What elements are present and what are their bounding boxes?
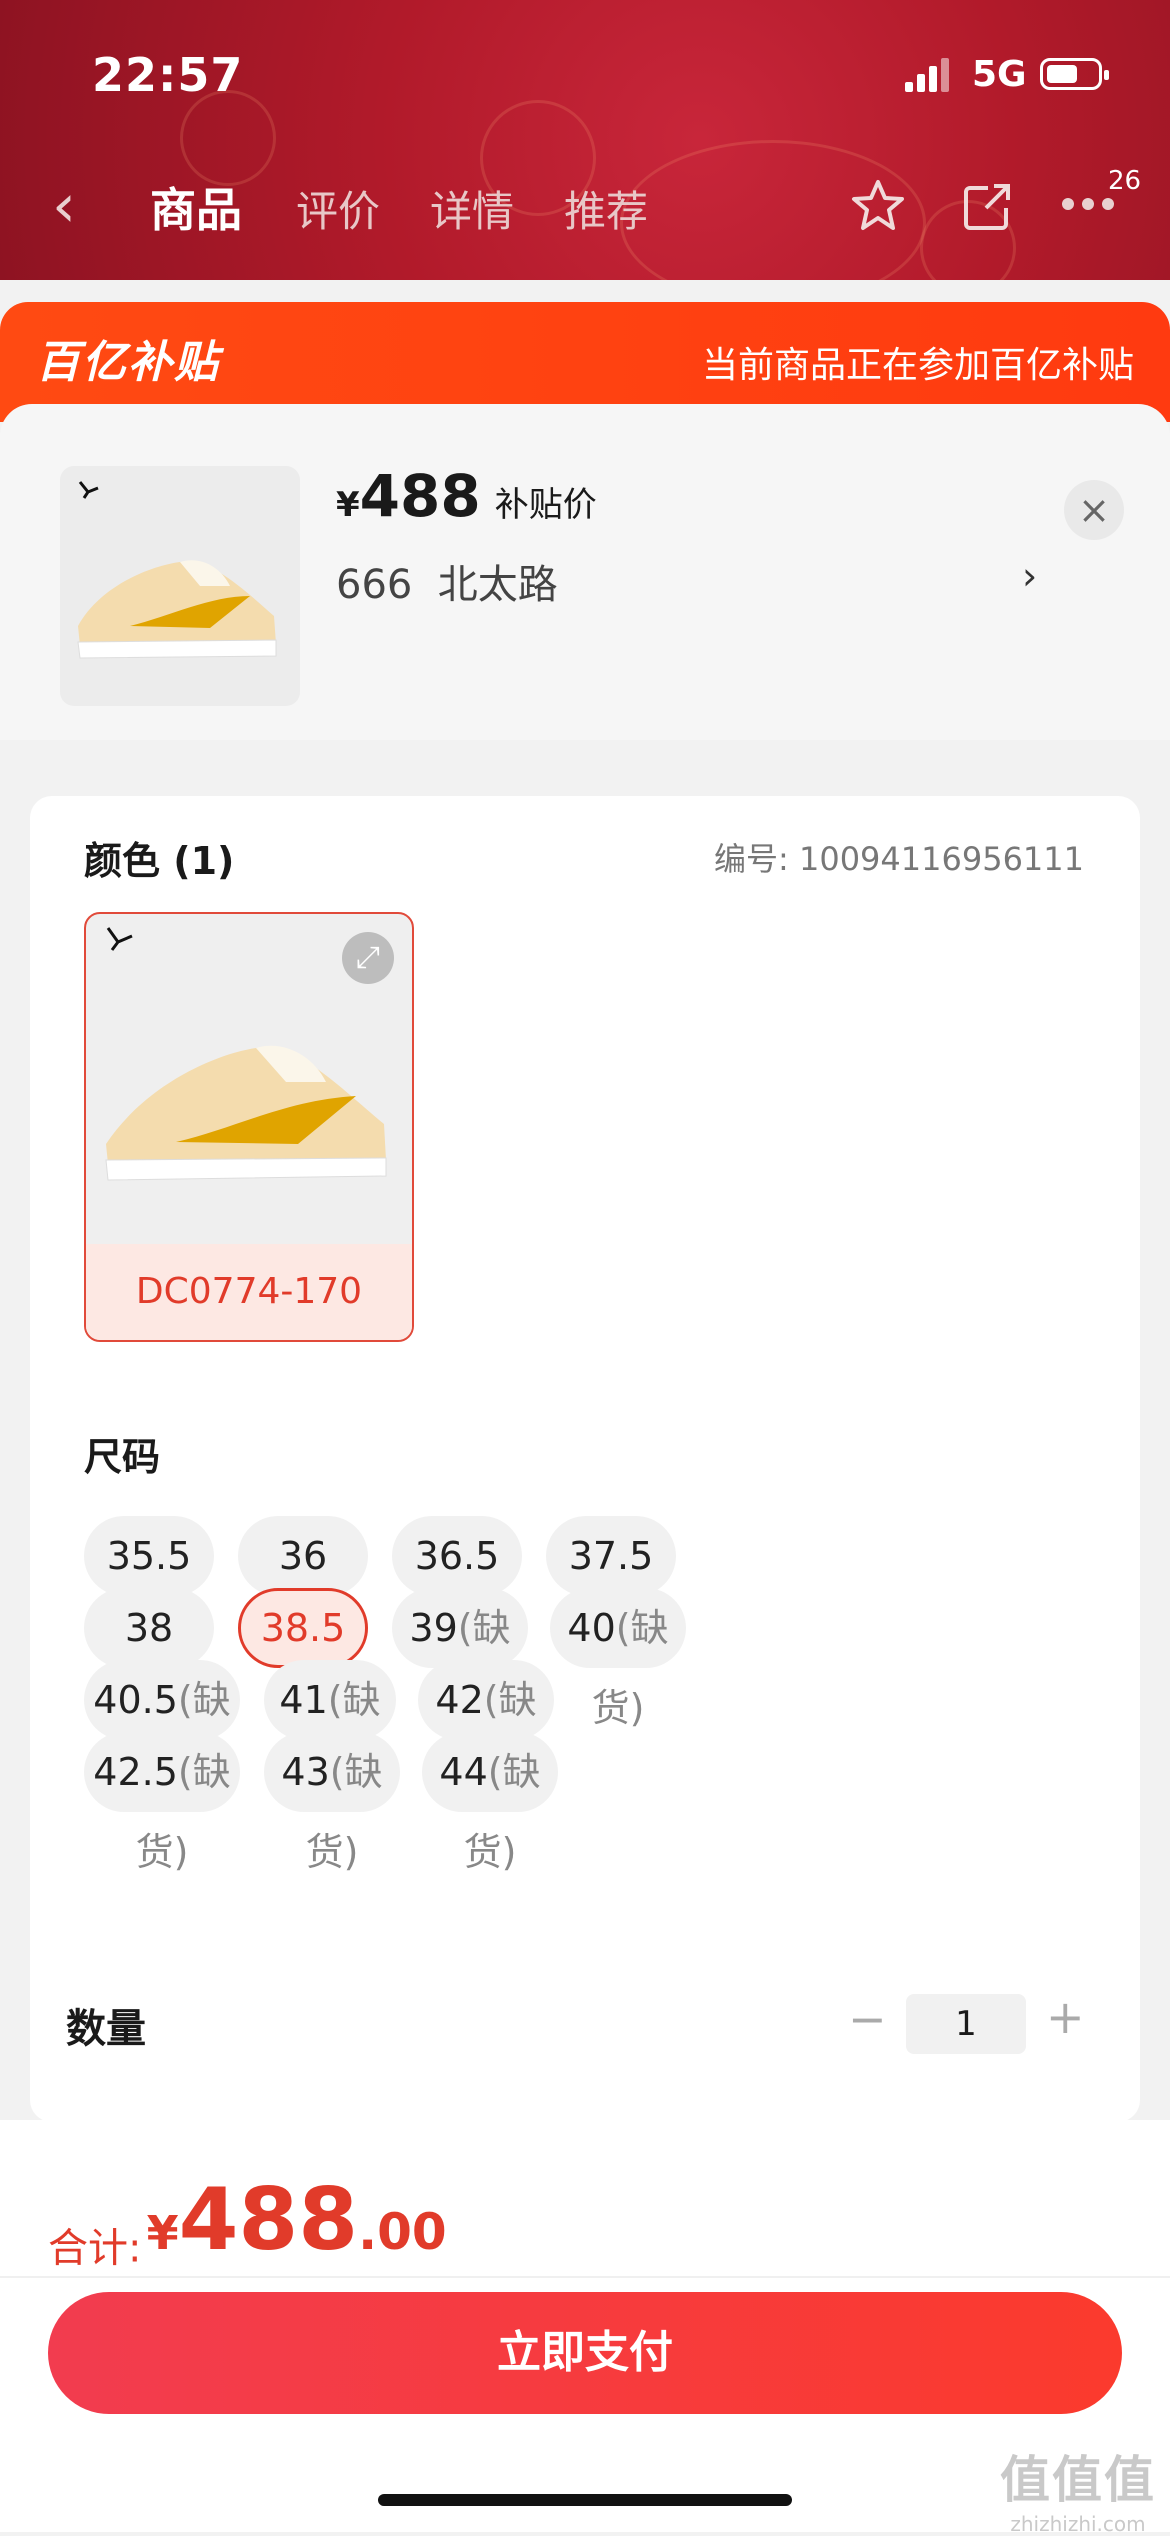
size-value: 38 [124,1606,174,1650]
order-total: 合计: ¥488.00 [48,2170,447,2274]
price-tag: 补贴价 [494,485,597,525]
quantity-increase-button[interactable]: + [1046,1990,1085,2044]
size-value: 36 [278,1534,328,1578]
size-option[interactable]: 36 [238,1516,368,1596]
price-currency: ¥ [336,485,360,525]
more-icon[interactable] [1062,198,1118,214]
network-label: 5G [972,54,1027,95]
size-option[interactable]: 40.5(缺货) [84,1660,240,1802]
size-option[interactable]: 40(缺货) [550,1588,686,1730]
options-card: 颜色 (1) 编号: 10094116956111 ⤢ DC0774-170 尺… [30,796,1140,2122]
size-option[interactable]: 44(缺货) [422,1732,558,1874]
watermark: 值值值 zhizhizhi.com [1000,2440,1156,2536]
quantity-input[interactable]: 1 [906,1994,1026,2054]
product-thumbnail [60,466,300,706]
quantity-decrease-button[interactable]: − [848,1992,887,2046]
delivery-address[interactable]: 666 北太路 [336,552,558,610]
size-option[interactable]: 38.5 [238,1588,368,1668]
price-row: ¥488 补贴价 [336,462,597,530]
expand-icon[interactable]: ⤢ [342,932,394,984]
back-icon[interactable]: ‹ [52,176,76,236]
watermark-main: 值值值 [1000,2451,1156,2509]
size-value: 35.5 [106,1534,192,1578]
tab-product[interactable]: 商品 [150,174,242,240]
size-value: 40.5 [93,1678,178,1722]
size-title: 尺码 [84,1435,161,1479]
quantity-label: 数量 [66,2006,146,2052]
tab-reviews[interactable]: 评价 [296,178,380,239]
watermark-sub: zhizhizhi.com [1010,2512,1146,2536]
top-navigation: ‹ 商品 评价 详情 推荐 26 [0,166,1170,250]
share-icon[interactable] [960,180,1014,234]
size-option[interactable]: 39(缺货) [392,1588,528,1730]
total-label: 合计: [48,2225,142,2272]
sku-value: 10094116956111 [798,840,1084,878]
divider [0,2276,1170,2278]
size-option[interactable]: 42(缺货) [418,1660,554,1802]
signal-icon [905,58,951,92]
size-option[interactable]: 41(缺货) [264,1660,396,1802]
sku-label: 编号: [714,840,789,878]
tab-details[interactable]: 详情 [430,178,514,239]
star-icon[interactable] [850,178,906,234]
home-indicator [378,2494,792,2506]
size-value: 39 [409,1606,458,1650]
product-price: 488 [359,462,481,530]
total-currency: ¥ [146,2206,179,2260]
size-value: 40 [567,1606,616,1650]
size-value: 37.5 [568,1534,654,1578]
size-value: 42 [435,1678,484,1722]
size-value: 38.5 [260,1606,346,1650]
sku-number: 编号: 10094116956111 [714,834,1084,880]
size-value: 44 [439,1750,488,1794]
color-title: 颜色 (1) [84,839,235,883]
message-badge: 26 [1108,166,1142,196]
chevron-right-icon[interactable]: › [1022,554,1037,598]
status-bar: 22:57 5G [0,40,1170,110]
color-option[interactable]: ⤢ DC0774-170 [84,912,414,1342]
subsidy-note: 当前商品正在参加百亿补贴 [701,345,1134,386]
size-option[interactable]: 43(缺货) [264,1732,400,1874]
pay-now-button[interactable]: 立即支付 [48,2292,1122,2414]
size-option[interactable]: 35.5 [84,1516,214,1596]
shoe-image [77,481,277,659]
subsidy-logo: 百亿补贴 [36,337,220,388]
size-option[interactable]: 38 [84,1588,214,1668]
size-value: 36.5 [414,1534,500,1578]
size-option[interactable]: 37.5 [546,1516,676,1596]
header-bar: 22:57 5G ‹ 商品 评价 详情 推荐 26 [0,0,1170,280]
total-integer: 488 [178,2170,359,2270]
size-value: 43 [281,1750,330,1794]
size-value: 42.5 [93,1750,178,1794]
total-decimal: .00 [358,2203,447,2261]
size-value: 41 [279,1678,328,1722]
checkout-footer: 合计: ¥488.00 立即支付 值值值 zhizhizhi.com [0,2120,1170,2536]
status-time: 22:57 [92,48,244,102]
color-option-code: DC0774-170 [86,1244,412,1340]
battery-icon [1040,58,1109,90]
tab-recommend[interactable]: 推荐 [564,178,648,239]
product-summary: ¥488 补贴价 666 北太路 › × [0,404,1170,740]
size-option[interactable]: 36.5 [392,1516,522,1596]
close-button[interactable]: × [1064,480,1124,540]
size-option[interactable]: 42.5(缺货) [84,1732,240,1874]
